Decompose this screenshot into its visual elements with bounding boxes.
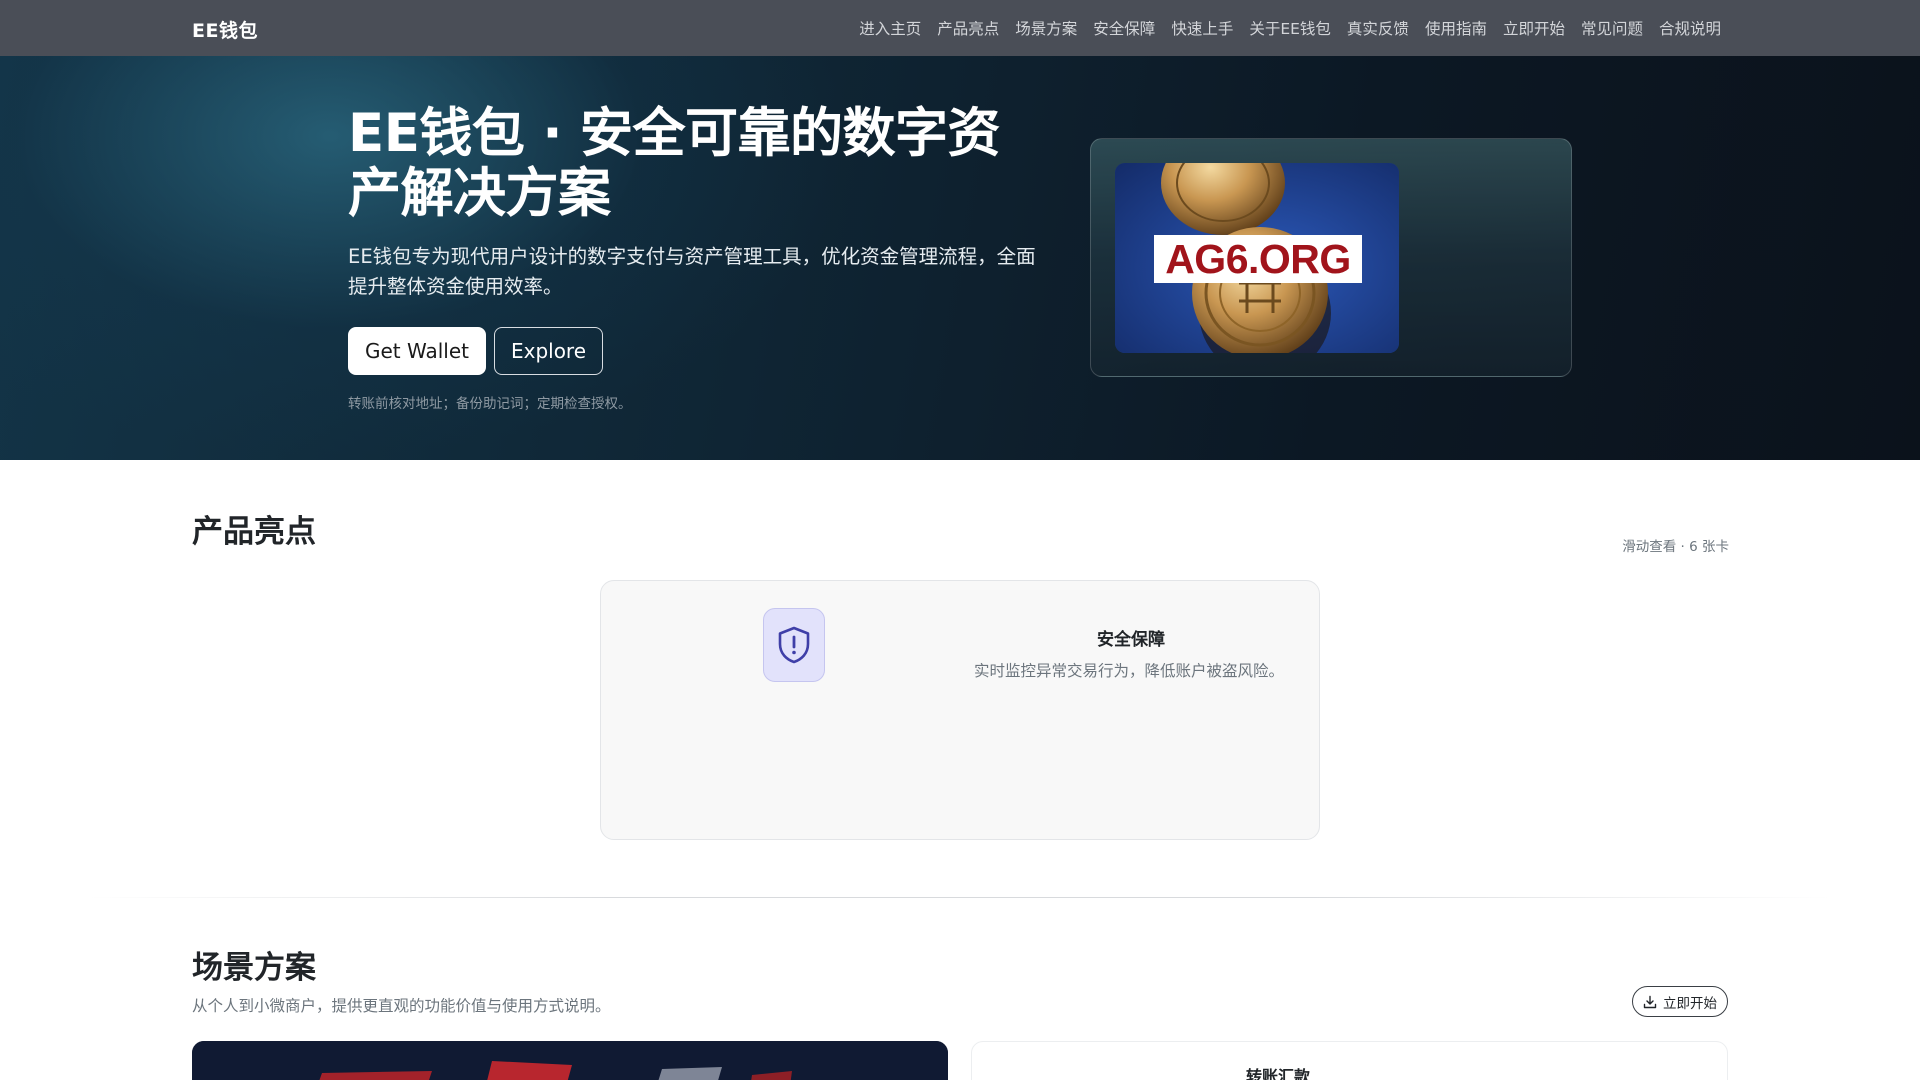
- nav-link-compliance[interactable]: 合规说明: [1659, 17, 1721, 39]
- nav-link-about[interactable]: 关于EE钱包: [1249, 17, 1331, 39]
- download-icon: [1643, 995, 1657, 1008]
- top-navbar: EE钱包 进入主页 产品亮点 场景方案 安全保障 快速上手 关于EE钱包 真实反…: [0, 0, 1920, 56]
- hero-title: EE钱包 · 安全可靠的数字资产解决方案: [348, 103, 1000, 224]
- coins-image: AG6.ORG: [1115, 163, 1399, 353]
- hero-section: EE钱包 · 安全可靠的数字资产解决方案 EE钱包专为现代用户设计的数字支付与资…: [0, 56, 1920, 460]
- scenario-card-title: 转账汇款: [1246, 1067, 1311, 1080]
- feature-title: 安全保障: [1097, 630, 1165, 650]
- hero-description: EE钱包专为现代用户设计的数字支付与资产管理工具，优化资金管理流程，全面提升整体…: [348, 245, 1036, 298]
- scenarios-subtitle: 从个人到小微商户，提供更直观的功能价值与使用方式说明。: [192, 997, 611, 1015]
- nav-link-guide[interactable]: 使用指南: [1425, 17, 1487, 39]
- start-now-button[interactable]: 立即开始: [1632, 986, 1728, 1017]
- scenarios-title: 场景方案: [192, 950, 316, 986]
- carousel-hint: 滑动查看 · 6 张卡: [1622, 539, 1729, 555]
- nav-link-start[interactable]: 立即开始: [1503, 17, 1565, 39]
- get-wallet-button[interactable]: Get Wallet: [348, 327, 486, 375]
- shield-alert-icon: [763, 608, 825, 682]
- highlights-title: 产品亮点: [192, 514, 316, 550]
- nav-link-scenarios[interactable]: 场景方案: [1015, 17, 1077, 39]
- scenario-image: [192, 1041, 948, 1080]
- hero-image-card: AG6.ORG: [1090, 138, 1572, 377]
- hero-safety-note: 转账前核对地址；备份助记词；定期检查授权。: [348, 396, 632, 412]
- nav-link-feedback[interactable]: 真实反馈: [1347, 17, 1409, 39]
- scenario-banner-graphic: [192, 1041, 948, 1080]
- scenario-card-transfer[interactable]: 转账汇款: [971, 1041, 1728, 1080]
- nav-link-highlights[interactable]: 产品亮点: [937, 17, 999, 39]
- brand-logo[interactable]: EE钱包: [192, 16, 258, 43]
- nav-link-home[interactable]: 进入主页: [859, 17, 921, 39]
- nav-link-faq[interactable]: 常见问题: [1581, 17, 1643, 39]
- explore-button[interactable]: Explore: [494, 327, 603, 375]
- start-now-label: 立即开始: [1663, 995, 1717, 1012]
- nav-link-security[interactable]: 安全保障: [1093, 17, 1155, 39]
- nav-link-quickstart[interactable]: 快速上手: [1171, 17, 1233, 39]
- feature-card[interactable]: 安全保障 实时监控异常交易行为，降低账户被盗风险。: [600, 580, 1320, 840]
- image-watermark-label: AG6.ORG: [1154, 235, 1362, 283]
- feature-description: 实时监控异常交易行为，降低账户被盗风险。: [974, 662, 1285, 680]
- nav-links: 进入主页 产品亮点 场景方案 安全保障 快速上手 关于EE钱包 真实反馈 使用指…: [843, 17, 1721, 39]
- section-divider: [88, 897, 1832, 898]
